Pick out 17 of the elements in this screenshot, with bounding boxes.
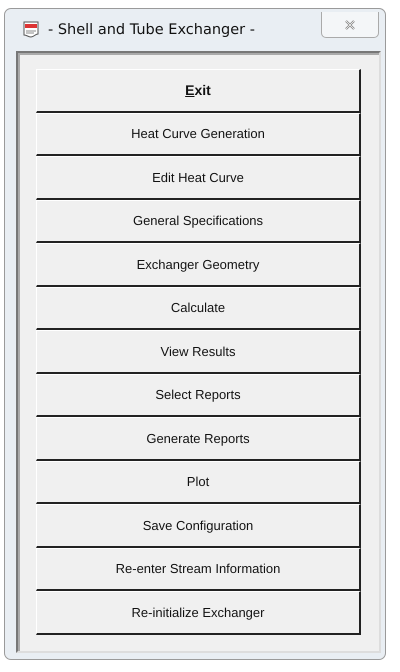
- document-icon: [22, 21, 40, 39]
- close-button[interactable]: [321, 12, 379, 38]
- menu-button[interactable]: Exit: [36, 69, 361, 112]
- menu-button[interactable]: Plot: [36, 460, 361, 504]
- menu-button[interactable]: Re-enter Stream Information: [36, 548, 361, 591]
- close-icon: [344, 18, 356, 30]
- window-title: - Shell and Tube Exchanger -: [48, 22, 256, 38]
- menu-button[interactable]: General Specifications: [36, 200, 361, 243]
- menu-button[interactable]: Calculate: [36, 286, 361, 330]
- menu-button[interactable]: Exchanger Geometry: [36, 243, 361, 286]
- menu-button[interactable]: Save Configuration: [36, 504, 361, 548]
- menu-button[interactable]: Edit Heat Curve: [36, 156, 361, 200]
- menu-button[interactable]: Select Reports: [36, 374, 361, 417]
- menu-button[interactable]: Heat Curve Generation: [36, 112, 361, 156]
- menu-button[interactable]: Re-initialize Exchanger: [36, 591, 361, 634]
- menu-button[interactable]: View Results: [36, 330, 361, 374]
- menu-button[interactable]: Generate Reports: [36, 417, 361, 460]
